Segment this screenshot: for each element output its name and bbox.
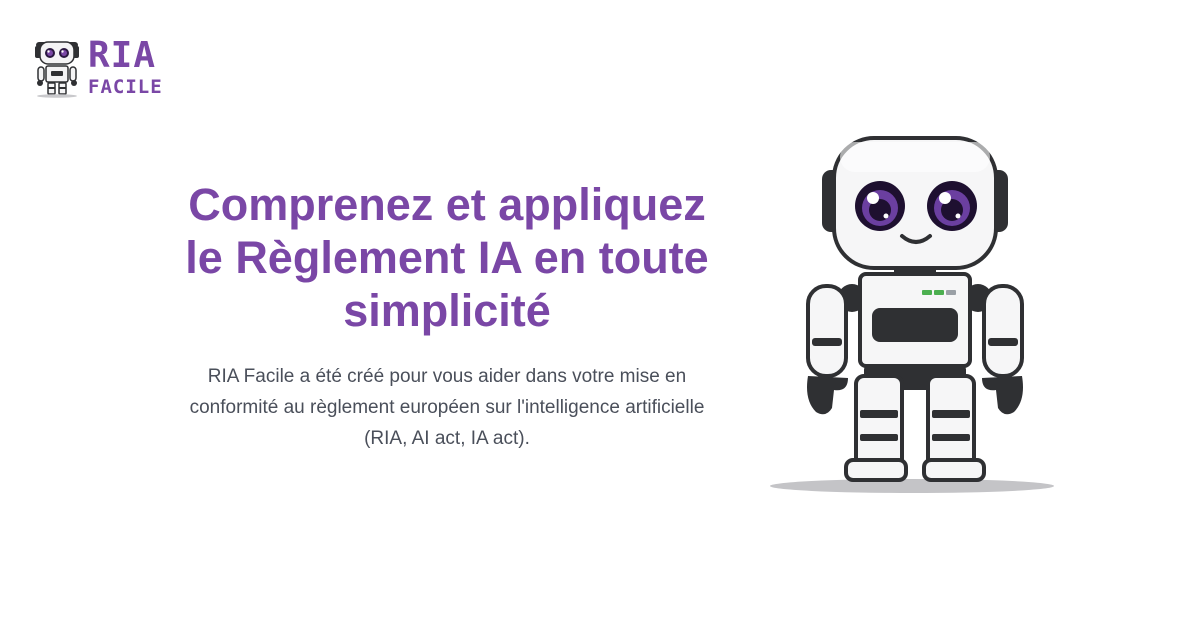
robot-mascot-illustration xyxy=(770,136,1054,493)
hero-description-line: RIA Facile a été créé pour vous aider da… xyxy=(207,366,687,387)
hero-description: RIA Facile a été créé pour vous aider da… xyxy=(150,361,744,454)
logo-subtitle: FACILE xyxy=(88,75,163,98)
hero-title-line: Comprenez et appliquez xyxy=(188,179,706,230)
page: RIA FACILE Comprenez et appliquez le Règ… xyxy=(0,0,1200,630)
hero-title-line: simplicité xyxy=(343,285,551,336)
logo-text: RIA FACILE xyxy=(88,34,163,98)
logo-title: RIA xyxy=(88,34,157,76)
logo-link[interactable]: RIA FACILE xyxy=(30,36,163,98)
hero-description-line: conformité au règlement européen sur l'i… xyxy=(189,397,705,418)
robot-mascot-icon xyxy=(35,41,79,98)
hero-title: Comprenez et appliquez le Règlement IA e… xyxy=(150,178,744,337)
hero-title-line: le Règlement IA en toute xyxy=(185,232,709,283)
hero-description-line: (RIA, AI act, IA act). xyxy=(364,428,530,449)
